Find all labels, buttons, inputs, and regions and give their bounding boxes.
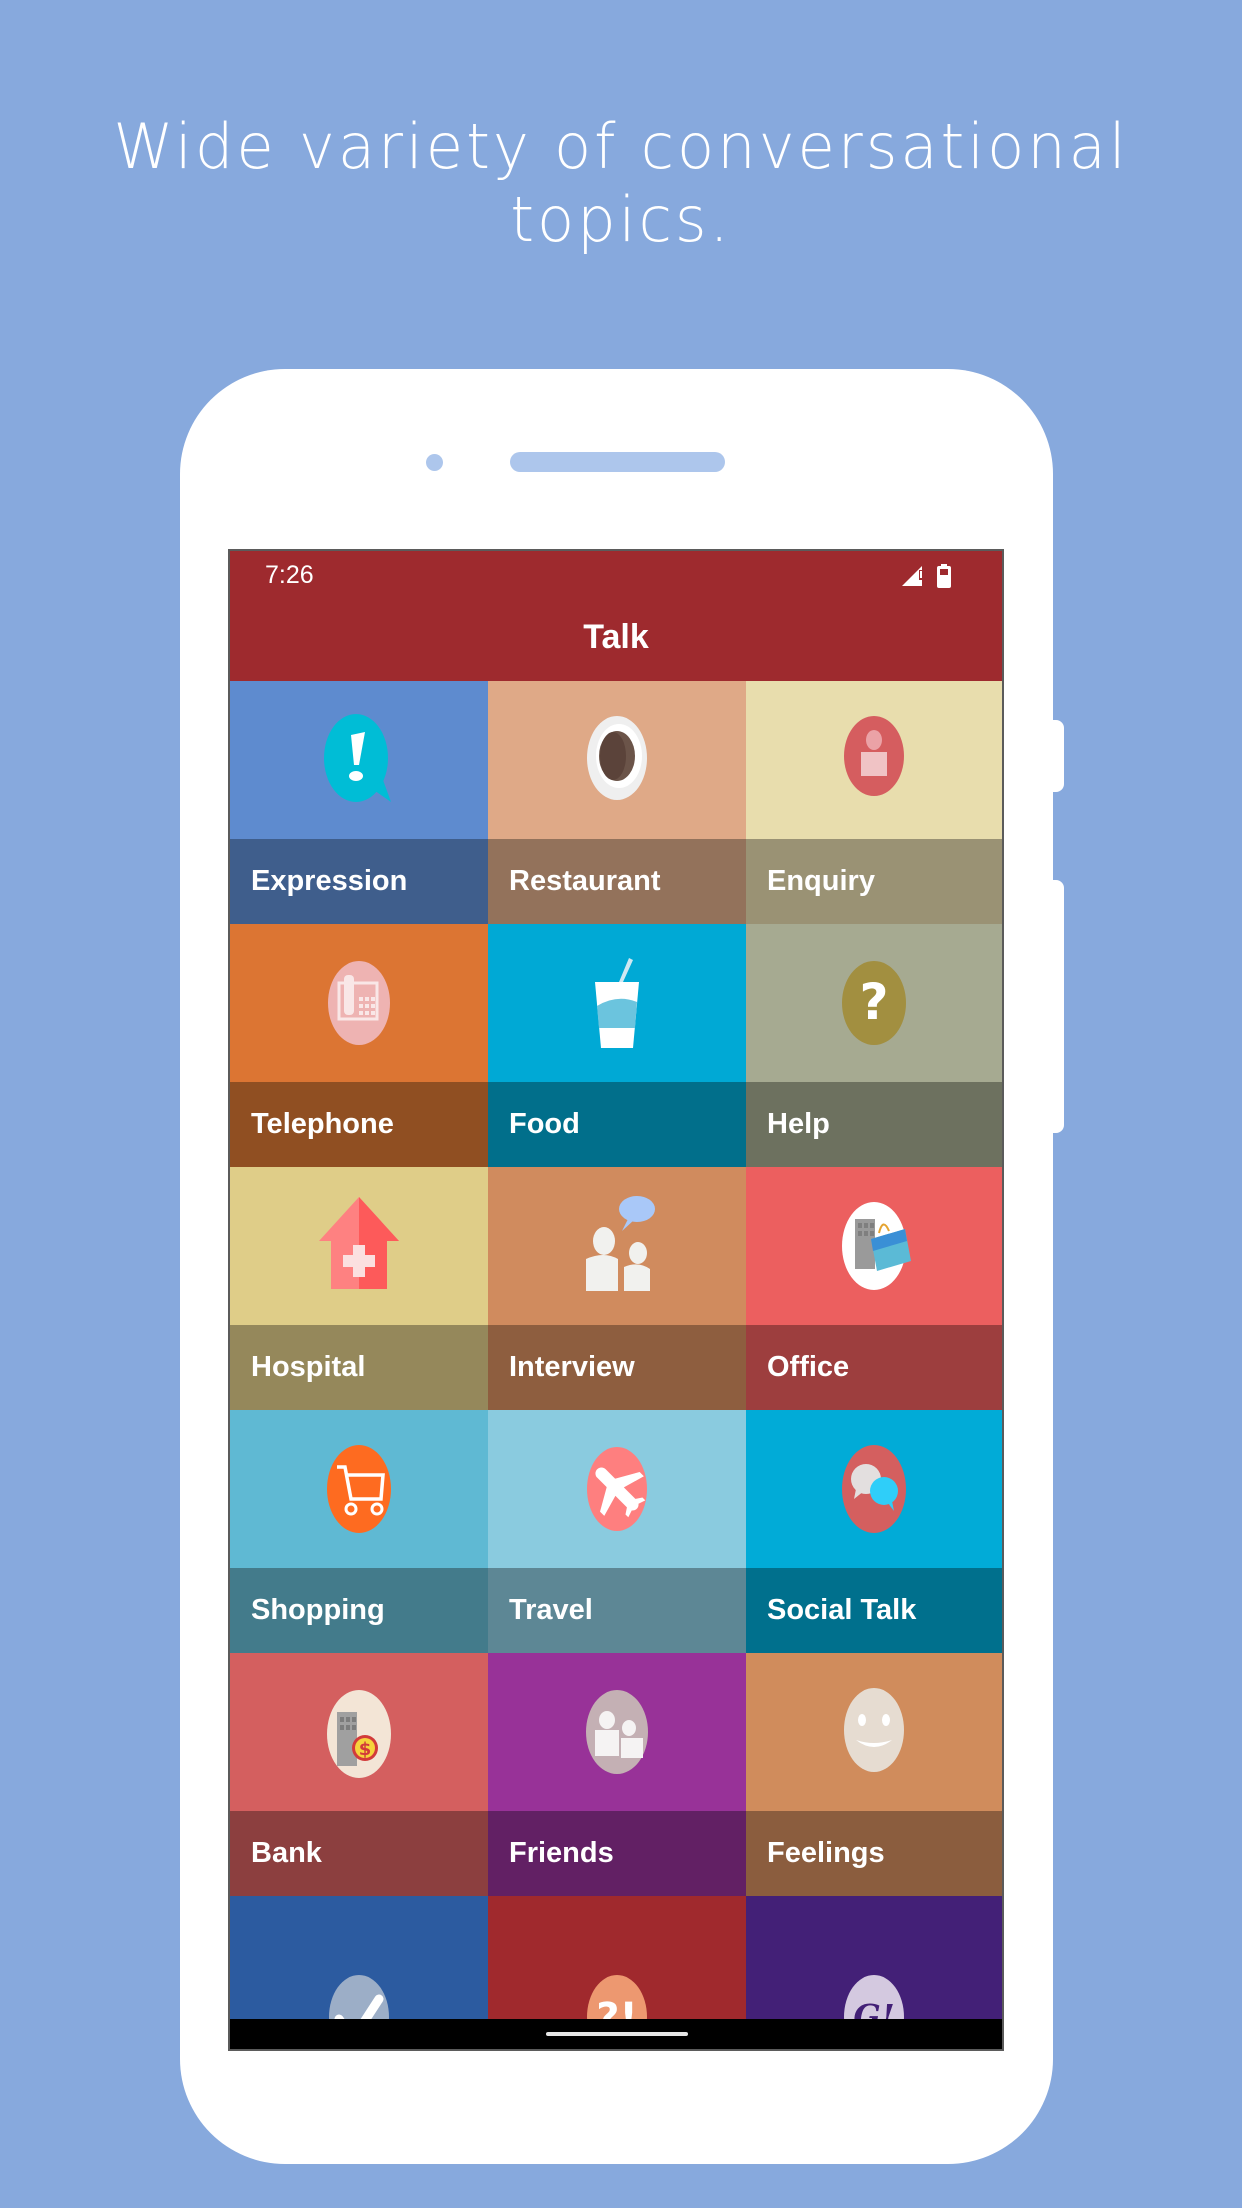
topic-tile-bank[interactable]: $ Bank — [230, 1653, 488, 1896]
topic-label-band: Hospital — [230, 1325, 488, 1410]
topic-label: Interview — [509, 1351, 635, 1383]
topic-label-band: Office — [746, 1325, 1002, 1410]
topic-label: Enquiry — [767, 865, 875, 897]
topic-tile-enquiry[interactable]: Enquiry — [746, 681, 1002, 924]
topic-tile-interview[interactable]: Interview — [488, 1167, 746, 1410]
topic-tile-feelings[interactable]: Feelings — [746, 1653, 1002, 1896]
topic-label-band: Telephone — [230, 1082, 488, 1167]
status-icons — [900, 563, 952, 594]
topic-tile-help[interactable]: ? Help — [746, 924, 1002, 1167]
speech-bubble-exclamation-icon — [230, 681, 488, 839]
smiley-face-icon — [746, 1653, 1002, 1811]
bank-coin-icon: $ — [230, 1653, 488, 1811]
topic-label: Office — [767, 1351, 850, 1383]
battery-icon — [936, 563, 952, 594]
topic-label: Help — [767, 1108, 830, 1140]
telephone-icon — [230, 924, 488, 1082]
app-bar: 7:26 Talk — [230, 551, 1002, 681]
topic-label: Restaurant — [509, 865, 661, 897]
topic-label-band: Social Talk — [746, 1568, 1002, 1653]
hospital-icon — [230, 1167, 488, 1325]
topic-label-band: Bank — [230, 1811, 488, 1896]
topic-label-band: Shopping — [230, 1568, 488, 1653]
topic-label-band: Expression — [230, 839, 488, 924]
topic-label-band: Friends — [488, 1811, 746, 1896]
topic-label-band: Feelings — [746, 1811, 1002, 1896]
topic-tile-shopping[interactable]: Shopping — [230, 1410, 488, 1653]
topic-label: Food — [509, 1108, 580, 1140]
navigation-bar — [230, 2019, 1002, 2049]
topic-label: Bank — [251, 1837, 322, 1869]
topic-label: Travel — [509, 1594, 593, 1626]
phone-screen: 7:26 Talk Expression Restaurant Enquiry Tel… — [228, 549, 1004, 2051]
topic-tile-office[interactable]: Office — [746, 1167, 1002, 1410]
topic-label: Friends — [509, 1837, 614, 1869]
office-briefcase-icon — [746, 1167, 1002, 1325]
topic-tile-restaurant[interactable]: Restaurant — [488, 681, 746, 924]
phone-volume-button — [1050, 880, 1064, 1133]
airplane-icon — [488, 1410, 746, 1568]
question-mark-icon: ? — [746, 924, 1002, 1082]
topic-label-band: Interview — [488, 1325, 746, 1410]
interview-people-icon — [488, 1167, 746, 1325]
app-title: Talk — [583, 618, 649, 656]
friends-icon — [488, 1653, 746, 1811]
topic-label: Social Talk — [767, 1594, 917, 1626]
shopping-cart-icon — [230, 1410, 488, 1568]
home-gesture-handle[interactable] — [546, 2032, 688, 2036]
person-icon — [746, 681, 1002, 839]
topic-label: Hospital — [251, 1351, 366, 1383]
topic-label-band: Help — [746, 1082, 1002, 1167]
topic-label: Shopping — [251, 1594, 385, 1626]
topic-label: Telephone — [251, 1108, 394, 1140]
topic-tile-food[interactable]: Food — [488, 924, 746, 1167]
topic-tile-friends[interactable]: Friends — [488, 1653, 746, 1896]
svg-text:$: $ — [359, 1739, 372, 1760]
svg-text:?: ? — [859, 973, 888, 1031]
topic-label: Feelings — [767, 1837, 885, 1869]
earpiece-speaker — [510, 452, 725, 472]
topic-tile-hospital[interactable]: Hospital — [230, 1167, 488, 1410]
topic-label-band: Travel — [488, 1568, 746, 1653]
topic-label-band: Food — [488, 1082, 746, 1167]
topic-tile-telephone[interactable]: Telephone — [230, 924, 488, 1167]
topic-grid: Expression Restaurant Enquiry Telephone Food… — [230, 681, 1002, 2049]
drink-cup-icon — [488, 924, 746, 1082]
chat-bubbles-icon — [746, 1410, 1002, 1568]
topic-label: Expression — [251, 865, 408, 897]
signal-no-data-icon — [900, 564, 926, 593]
headline: Wide variety of conversational topics. — [113, 110, 1129, 256]
topic-tile-expression[interactable]: Expression — [230, 681, 488, 924]
topic-label-band: Restaurant — [488, 839, 746, 924]
front-camera — [426, 454, 443, 471]
phone-power-button — [1050, 720, 1064, 792]
status-time: 7:26 — [265, 561, 314, 589]
coffee-cup-icon — [488, 681, 746, 839]
topic-tile-travel[interactable]: Travel — [488, 1410, 746, 1653]
topic-tile-social-talk[interactable]: Social Talk — [746, 1410, 1002, 1653]
topic-label-band: Enquiry — [746, 839, 1002, 924]
